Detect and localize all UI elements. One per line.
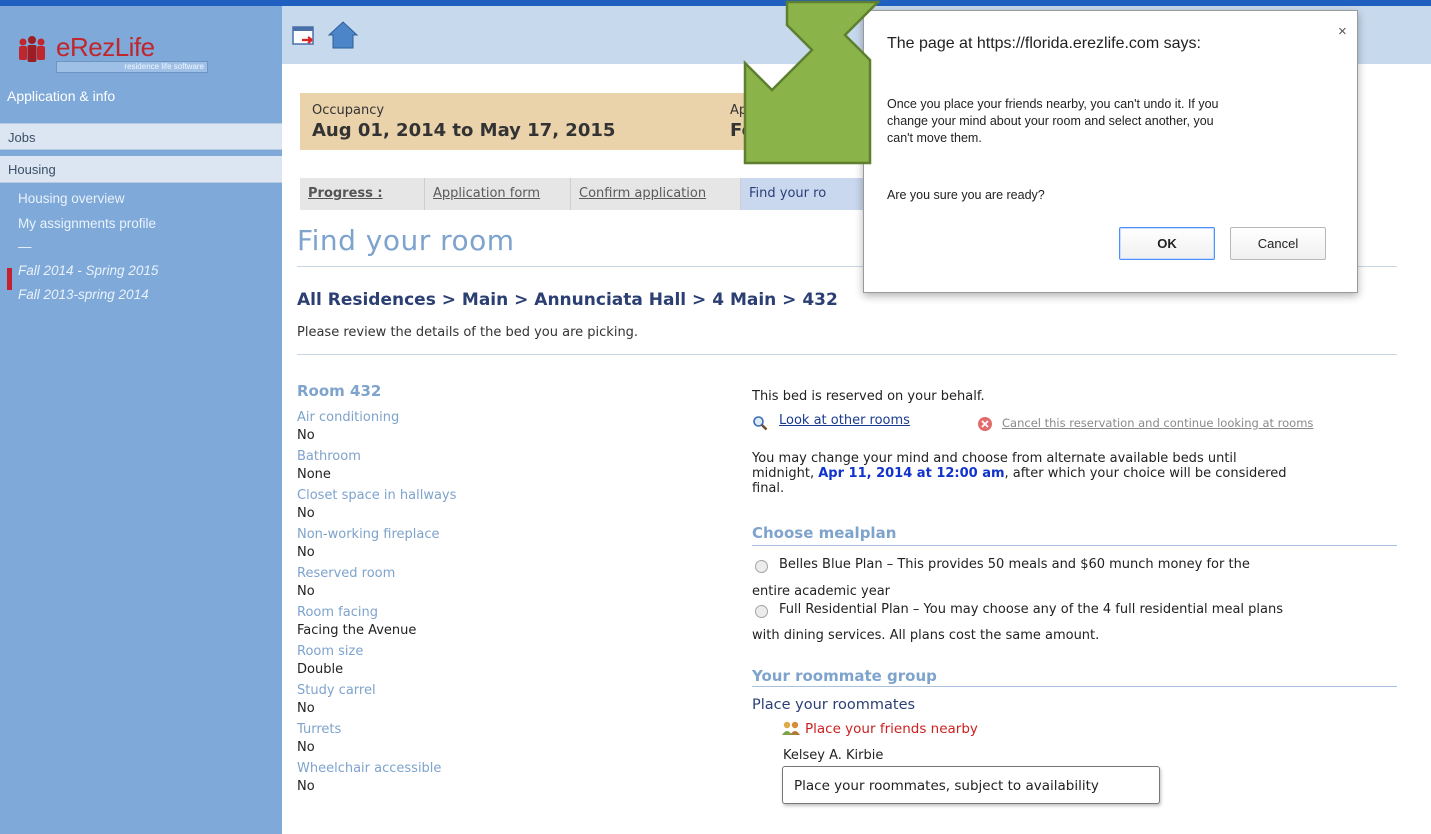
mealplan-option-2-line1: Full Residential Plan – You may choose a… [779, 602, 1284, 617]
mealplan-option-2-line2: with dining services. All plans cost the… [752, 628, 1100, 643]
tab-progress: Progress : [300, 178, 425, 210]
room-attribute-label: Room facing [297, 605, 378, 620]
sidebar-item-jobs[interactable]: Jobs [0, 123, 282, 150]
ok-button[interactable]: OK [1119, 227, 1215, 260]
room-attribute-value: No [297, 740, 315, 755]
room-attribute-label: Study carrel [297, 683, 376, 698]
confirm-dialog: The page at https://florida.erezlife.com… [863, 10, 1358, 293]
logout-icon[interactable] [292, 26, 316, 48]
tab-application-form[interactable]: Application form [425, 178, 571, 210]
logo-people-icon [19, 36, 45, 62]
close-icon[interactable]: × [1338, 23, 1347, 40]
room-attribute-label: Non-working fireplace [297, 527, 440, 542]
room-attribute-label: Air conditioning [297, 410, 400, 425]
sidebar-link-fall-2013[interactable]: Fall 2013-spring 2014 [18, 287, 149, 302]
mealplan-option-1-line2: entire academic year [752, 584, 891, 599]
cancel-icon [978, 417, 992, 431]
room-attribute-label: Wheelchair accessible [297, 761, 442, 776]
room-attribute-label: Closet space in hallways [297, 488, 457, 503]
mealplan-option-1-line1: Belles Blue Plan – This provides 50 meal… [779, 557, 1250, 572]
sidebar-link-fall-2014[interactable]: Fall 2014 - Spring 2015 [18, 263, 158, 278]
dialog-title: The page at https://florida.erezlife.com… [887, 35, 1201, 52]
sidebar: eRezLife residence life software Applica… [0, 6, 282, 834]
dialog-message: Once you place your friends nearby, you … [887, 97, 1219, 145]
look-other-rooms-link[interactable]: Look at other rooms [779, 413, 910, 428]
occupancy-info-box: Occupancy Aug 01, 2014 to May 17, 2015 A… [300, 93, 880, 150]
reserved-text: This bed is reserved on your behalf. [752, 389, 985, 404]
change-mind-text: You may change your mind and choose from… [752, 451, 1287, 496]
room-attribute-value: No [297, 584, 315, 599]
sidebar-link-assignments-profile[interactable]: My assignments profile [18, 216, 156, 231]
occupancy-label: Occupancy [312, 103, 385, 118]
tab-find-room[interactable]: Find your ro [741, 178, 871, 210]
room-attribute-value: No [297, 506, 315, 521]
magnifier-icon [753, 416, 768, 431]
logo-text: eRezLife [56, 32, 155, 62]
logo[interactable]: eRezLife residence life software [12, 32, 208, 73]
friends-icon [782, 721, 800, 735]
room-attribute-value: None [297, 467, 331, 482]
roommate-group-title: Your roommate group [752, 667, 937, 685]
sidebar-item-housing[interactable]: Housing [0, 156, 282, 183]
room-attribute-label: Reserved room [297, 566, 396, 581]
room-attribute-value: Facing the Avenue [297, 623, 417, 638]
home-icon[interactable] [327, 20, 359, 50]
occupancy-value: Aug 01, 2014 to May 17, 2015 [312, 120, 616, 141]
active-marker [7, 268, 12, 290]
breadcrumb[interactable]: All Residences > Main > Annunciata Hall … [297, 290, 838, 310]
room-attribute-label: Turrets [297, 722, 342, 737]
mealplan-divider [752, 545, 1397, 546]
room-attribute-value: No [297, 428, 315, 443]
tab-confirm-application[interactable]: Confirm application [571, 178, 741, 210]
room-attribute-value: No [297, 779, 315, 794]
deadline-value: Feb 07, 201 [730, 120, 849, 141]
change-deadline: Apr 11, 2014 at 12:00 am [818, 466, 1005, 481]
sidebar-link-housing-overview[interactable]: Housing overview [18, 191, 125, 206]
cancel-reservation-link[interactable]: Cancel this reservation and continue loo… [1002, 416, 1313, 430]
review-text: Please review the details of the bed you… [297, 325, 639, 340]
cancel-button[interactable]: Cancel [1230, 227, 1326, 260]
deadline-label: Application dea [730, 103, 831, 118]
sidebar-heading[interactable]: Application & info [7, 88, 115, 104]
section-divider [297, 354, 1397, 355]
logo-tagline: residence life software [56, 61, 208, 73]
room-title: Room 432 [297, 382, 382, 400]
sidebar-separator: — [18, 239, 32, 254]
room-attribute-value: No [297, 545, 315, 560]
mealplan-radio-full[interactable] [755, 605, 768, 618]
mealplan-radio-belles[interactable] [755, 560, 768, 573]
room-attribute-label: Bathroom [297, 449, 361, 464]
roommate-divider [752, 686, 1397, 687]
page-title: Find your room [297, 224, 515, 257]
mealplan-title: Choose mealplan [752, 524, 897, 542]
roommate-member: Kelsey A. Kirbie [783, 748, 884, 762]
roommates-tooltip: Place your roommates, subject to availab… [782, 766, 1160, 804]
room-attribute-value: No [297, 701, 315, 716]
room-attribute-value: Double [297, 662, 344, 677]
room-attribute-label: Room size [297, 644, 364, 659]
place-roommates-label: Place your roommates [752, 697, 916, 713]
dialog-question: Are you sure you are ready? [887, 188, 1045, 202]
place-friends-nearby-link[interactable]: Place your friends nearby [805, 721, 978, 737]
